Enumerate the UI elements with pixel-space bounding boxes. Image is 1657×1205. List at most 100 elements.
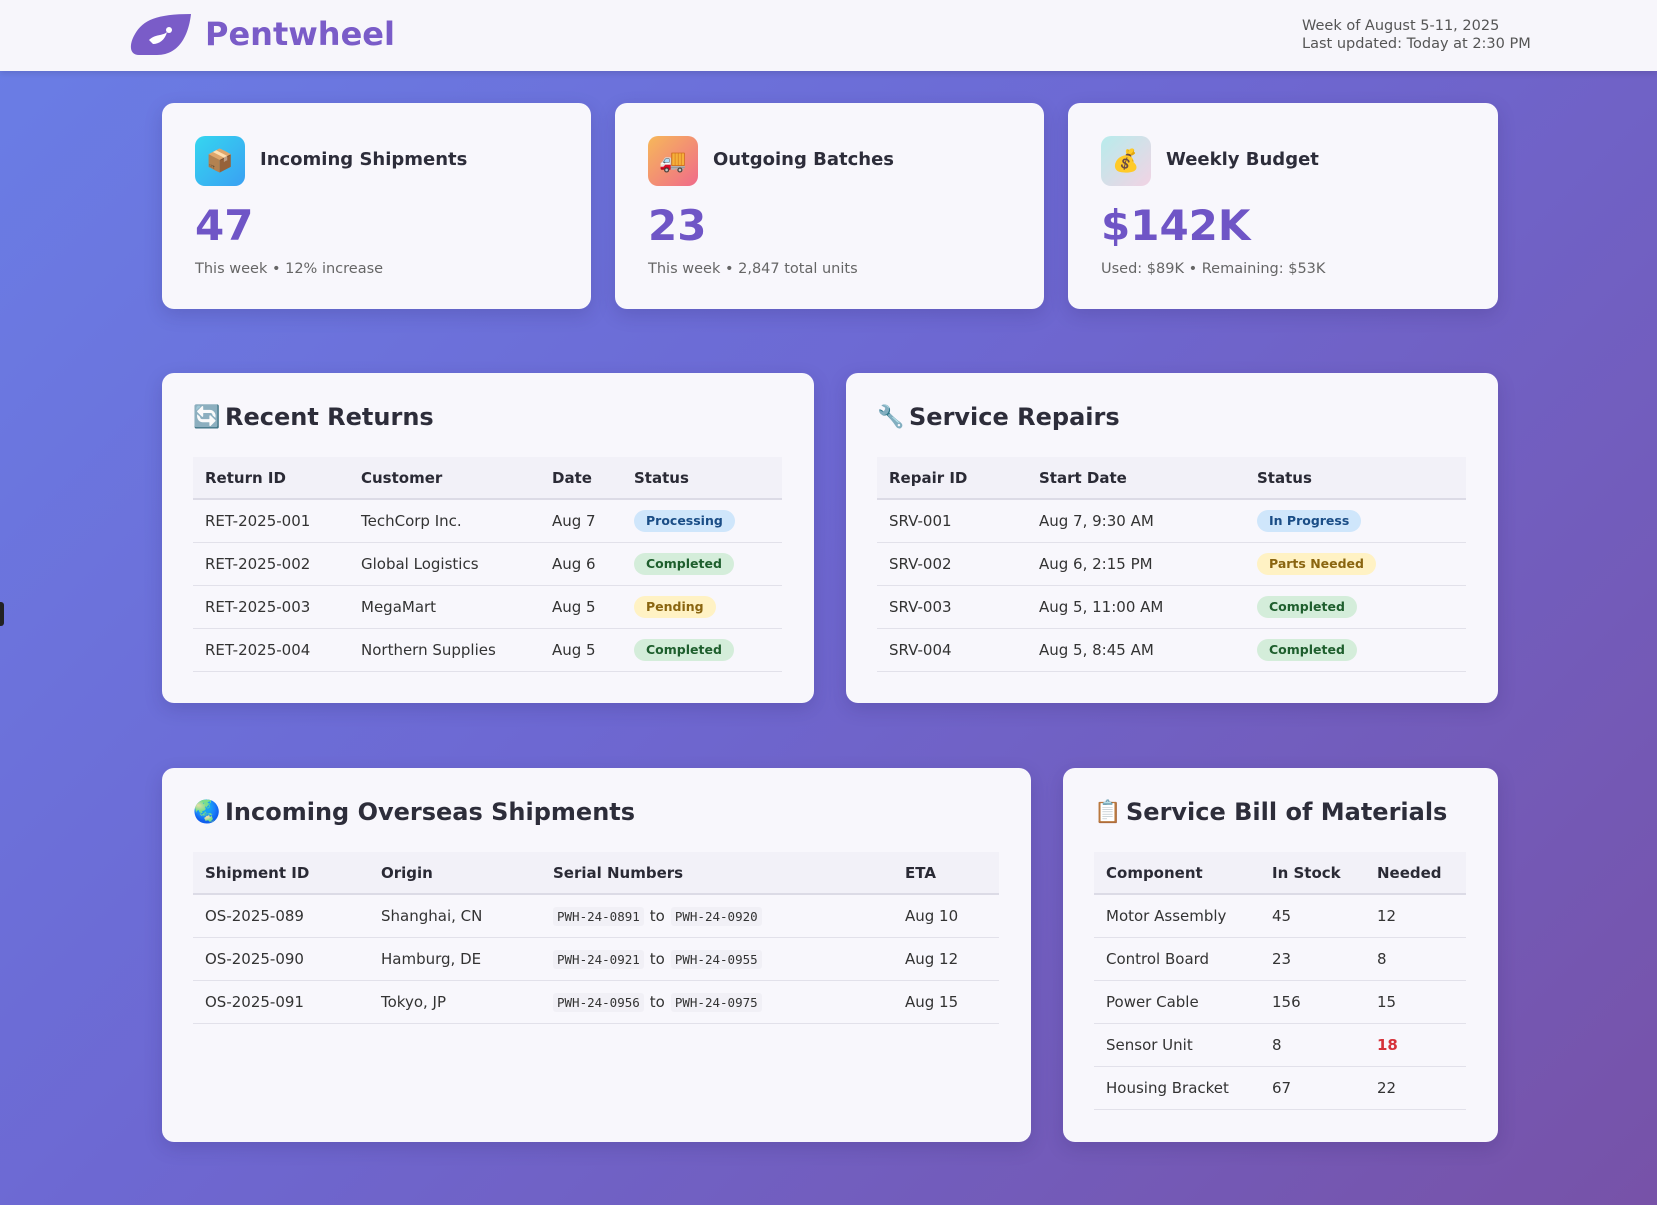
- column-header[interactable]: Status: [622, 457, 782, 500]
- shipment-id: OS-2025-091: [193, 980, 369, 1024]
- clipboard-icon: 📋: [1094, 799, 1122, 825]
- origin: Tokyo, JP: [369, 980, 541, 1024]
- refresh-icon: 🔄: [193, 404, 221, 430]
- column-header[interactable]: Start Date: [1027, 457, 1245, 500]
- column-header[interactable]: In Stock: [1260, 852, 1365, 895]
- start-date: Aug 5, 11:00 AM: [1027, 585, 1245, 629]
- table-row[interactable]: Control Board 23 8: [1094, 937, 1466, 981]
- side-handle[interactable]: [0, 602, 4, 626]
- start-date: Aug 7, 9:30 AM: [1027, 499, 1245, 543]
- stat-subtext: This week • 2,847 total units: [648, 261, 858, 277]
- stat-title: Incoming Shipments: [260, 149, 468, 170]
- stat-title: Outgoing Batches: [713, 149, 894, 170]
- column-header[interactable]: Shipment ID: [193, 852, 369, 895]
- column-header[interactable]: Origin: [369, 852, 541, 895]
- table-row[interactable]: Power Cable 156 15: [1094, 980, 1466, 1024]
- table-row[interactable]: SRV-003 Aug 5, 11:00 AM Completed: [877, 585, 1466, 629]
- column-header[interactable]: Date: [540, 457, 622, 500]
- status-badge: Pending: [634, 595, 716, 618]
- week-range: Week of August 5-11, 2025: [1302, 18, 1500, 34]
- last-updated: Last updated: Today at 2:30 PM: [1302, 36, 1531, 52]
- in-stock: 67: [1260, 1066, 1365, 1110]
- column-header[interactable]: Return ID: [193, 457, 349, 500]
- column-header[interactable]: Status: [1245, 457, 1466, 500]
- stat-title: Weekly Budget: [1166, 149, 1319, 170]
- column-header[interactable]: Customer: [349, 457, 540, 500]
- status-badge: Completed: [1257, 595, 1357, 618]
- returns-table: Return ID Customer Date Status RET-2025-…: [193, 457, 782, 672]
- week-info: Week of August 5-11, 2025 Last updated: …: [1302, 17, 1531, 53]
- table-row[interactable]: SRV-001 Aug 7, 9:30 AM In Progress: [877, 499, 1466, 543]
- repair-id: SRV-001: [877, 499, 1027, 543]
- truck-icon: 🚚: [648, 136, 698, 186]
- date: Aug 5: [540, 628, 622, 672]
- column-header[interactable]: ETA: [893, 852, 999, 895]
- in-stock: 45: [1260, 894, 1365, 938]
- table-row[interactable]: Sensor Unit 8 18: [1094, 1023, 1466, 1067]
- column-header[interactable]: Component: [1094, 852, 1260, 895]
- range-separator: to: [649, 992, 665, 1011]
- column-header[interactable]: Serial Numbers: [541, 852, 893, 895]
- table-row[interactable]: Housing Bracket 67 22: [1094, 1066, 1466, 1110]
- component: Control Board: [1094, 937, 1260, 981]
- recent-returns-panel: 🔄 Recent Returns Return ID Customer Date…: [162, 373, 814, 703]
- table-row[interactable]: SRV-002 Aug 6, 2:15 PM Parts Needed: [877, 542, 1466, 586]
- table-header-row: Repair ID Start Date Status: [877, 457, 1466, 500]
- package-icon: 📦: [195, 136, 245, 186]
- pentwheel-logo-icon[interactable]: [129, 14, 191, 55]
- return-id: RET-2025-003: [193, 585, 349, 629]
- column-header[interactable]: Needed: [1365, 852, 1466, 895]
- eta: Aug 12: [893, 937, 999, 981]
- component: Motor Assembly: [1094, 894, 1260, 938]
- status-badge: Completed: [634, 552, 734, 575]
- eta: Aug 15: [893, 980, 999, 1024]
- repairs-table: Repair ID Start Date Status SRV-001 Aug …: [877, 457, 1466, 672]
- needed: 12: [1365, 894, 1466, 938]
- needed: 8: [1365, 937, 1466, 981]
- serial-from: PWH-24-0956: [553, 992, 644, 1012]
- overseas-shipments-panel: 🌏 Incoming Overseas Shipments Shipment I…: [162, 768, 1031, 1142]
- start-date: Aug 6, 2:15 PM: [1027, 542, 1245, 586]
- table-row[interactable]: OS-2025-091 Tokyo, JP PWH-24-0956 to PWH-2…: [193, 980, 999, 1024]
- table-row[interactable]: OS-2025-090 Hamburg, DE PWH-24-0921 to PWH…: [193, 937, 999, 981]
- serial-from: PWH-24-0891: [553, 906, 644, 926]
- stat-card-budget: 💰 Weekly Budget $142K Used: $89K • Remai…: [1068, 103, 1498, 309]
- table-header-row: Shipment ID Origin Serial Numbers ETA: [193, 852, 999, 895]
- stat-subtext: Used: $89K • Remaining: $53K: [1101, 261, 1326, 277]
- range-separator: to: [649, 949, 665, 968]
- in-stock: 156: [1260, 980, 1365, 1024]
- in-stock: 8: [1260, 1023, 1365, 1067]
- panel-title-text: Recent Returns: [225, 403, 434, 431]
- in-stock: 23: [1260, 937, 1365, 981]
- table-header-row: Return ID Customer Date Status: [193, 457, 782, 500]
- serial-range: PWH-24-0921 to PWH-24-0955: [541, 937, 893, 981]
- status-badge: In Progress: [1257, 509, 1362, 532]
- panel-title: 🔧 Service Repairs: [877, 403, 1120, 431]
- return-id: RET-2025-004: [193, 628, 349, 672]
- date: Aug 6: [540, 542, 622, 586]
- table-row[interactable]: RET-2025-004 Northern Supplies Aug 5 Com…: [193, 628, 782, 672]
- table-row[interactable]: RET-2025-003 MegaMart Aug 5 Pending: [193, 585, 782, 629]
- overseas-table: Shipment ID Origin Serial Numbers ETA OS…: [193, 852, 999, 1024]
- table-row[interactable]: Motor Assembly 45 12: [1094, 894, 1466, 938]
- table-row[interactable]: OS-2025-089 Shanghai, CN PWH-24-0891 to PW…: [193, 894, 999, 938]
- brand-name[interactable]: Pentwheel: [205, 14, 395, 54]
- stat-subtext: This week • 12% increase: [195, 261, 384, 277]
- component: Sensor Unit: [1094, 1023, 1260, 1067]
- return-id: RET-2025-001: [193, 499, 349, 543]
- column-header[interactable]: Repair ID: [877, 457, 1027, 500]
- customer: MegaMart: [349, 585, 540, 629]
- table-row[interactable]: RET-2025-001 TechCorp Inc. Aug 7 Process…: [193, 499, 782, 543]
- table-row[interactable]: RET-2025-002 Global Logistics Aug 6 Comp…: [193, 542, 782, 586]
- status-badge: Completed: [1257, 638, 1357, 661]
- panel-title: 📋 Service Bill of Materials: [1094, 798, 1447, 826]
- return-id: RET-2025-002: [193, 542, 349, 586]
- table-row[interactable]: SRV-004 Aug 5, 8:45 AM Completed: [877, 628, 1466, 672]
- date: Aug 5: [540, 585, 622, 629]
- customer: Northern Supplies: [349, 628, 540, 672]
- stat-card-incoming: 📦 Incoming Shipments 47 This week • 12% …: [162, 103, 591, 309]
- component: Power Cable: [1094, 980, 1260, 1024]
- money-bag-icon: 💰: [1101, 136, 1151, 186]
- status-badge: Completed: [634, 638, 734, 661]
- eta: Aug 10: [893, 894, 999, 938]
